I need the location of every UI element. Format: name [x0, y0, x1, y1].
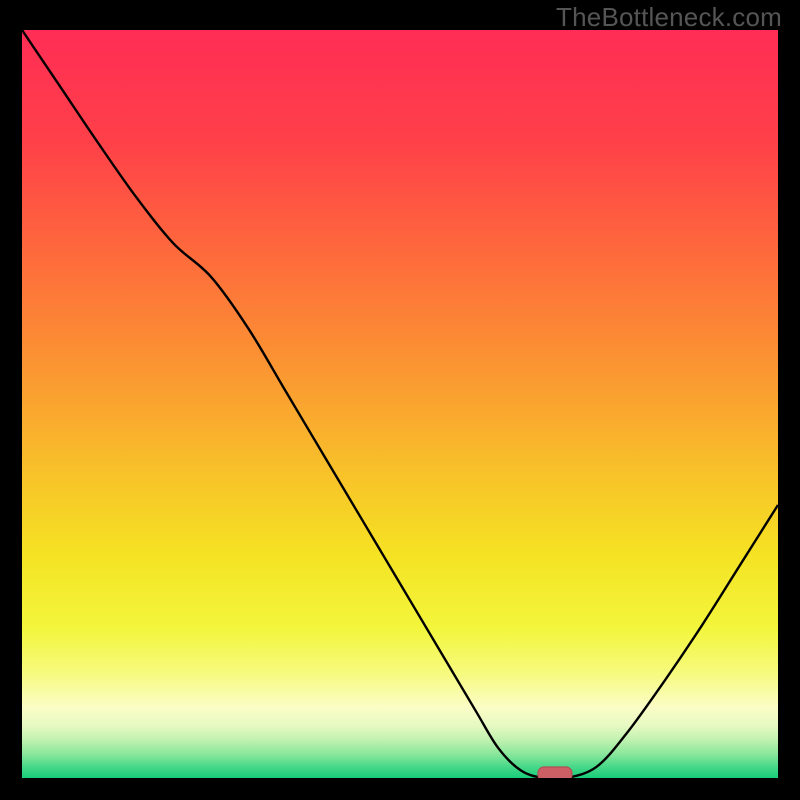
watermark-text: TheBottleneck.com	[556, 2, 782, 33]
gradient-background	[22, 30, 778, 778]
optimum-marker	[538, 767, 572, 778]
chart-frame: TheBottleneck.com	[0, 0, 800, 800]
bottleneck-plot	[22, 30, 778, 778]
plot-area	[22, 30, 778, 778]
